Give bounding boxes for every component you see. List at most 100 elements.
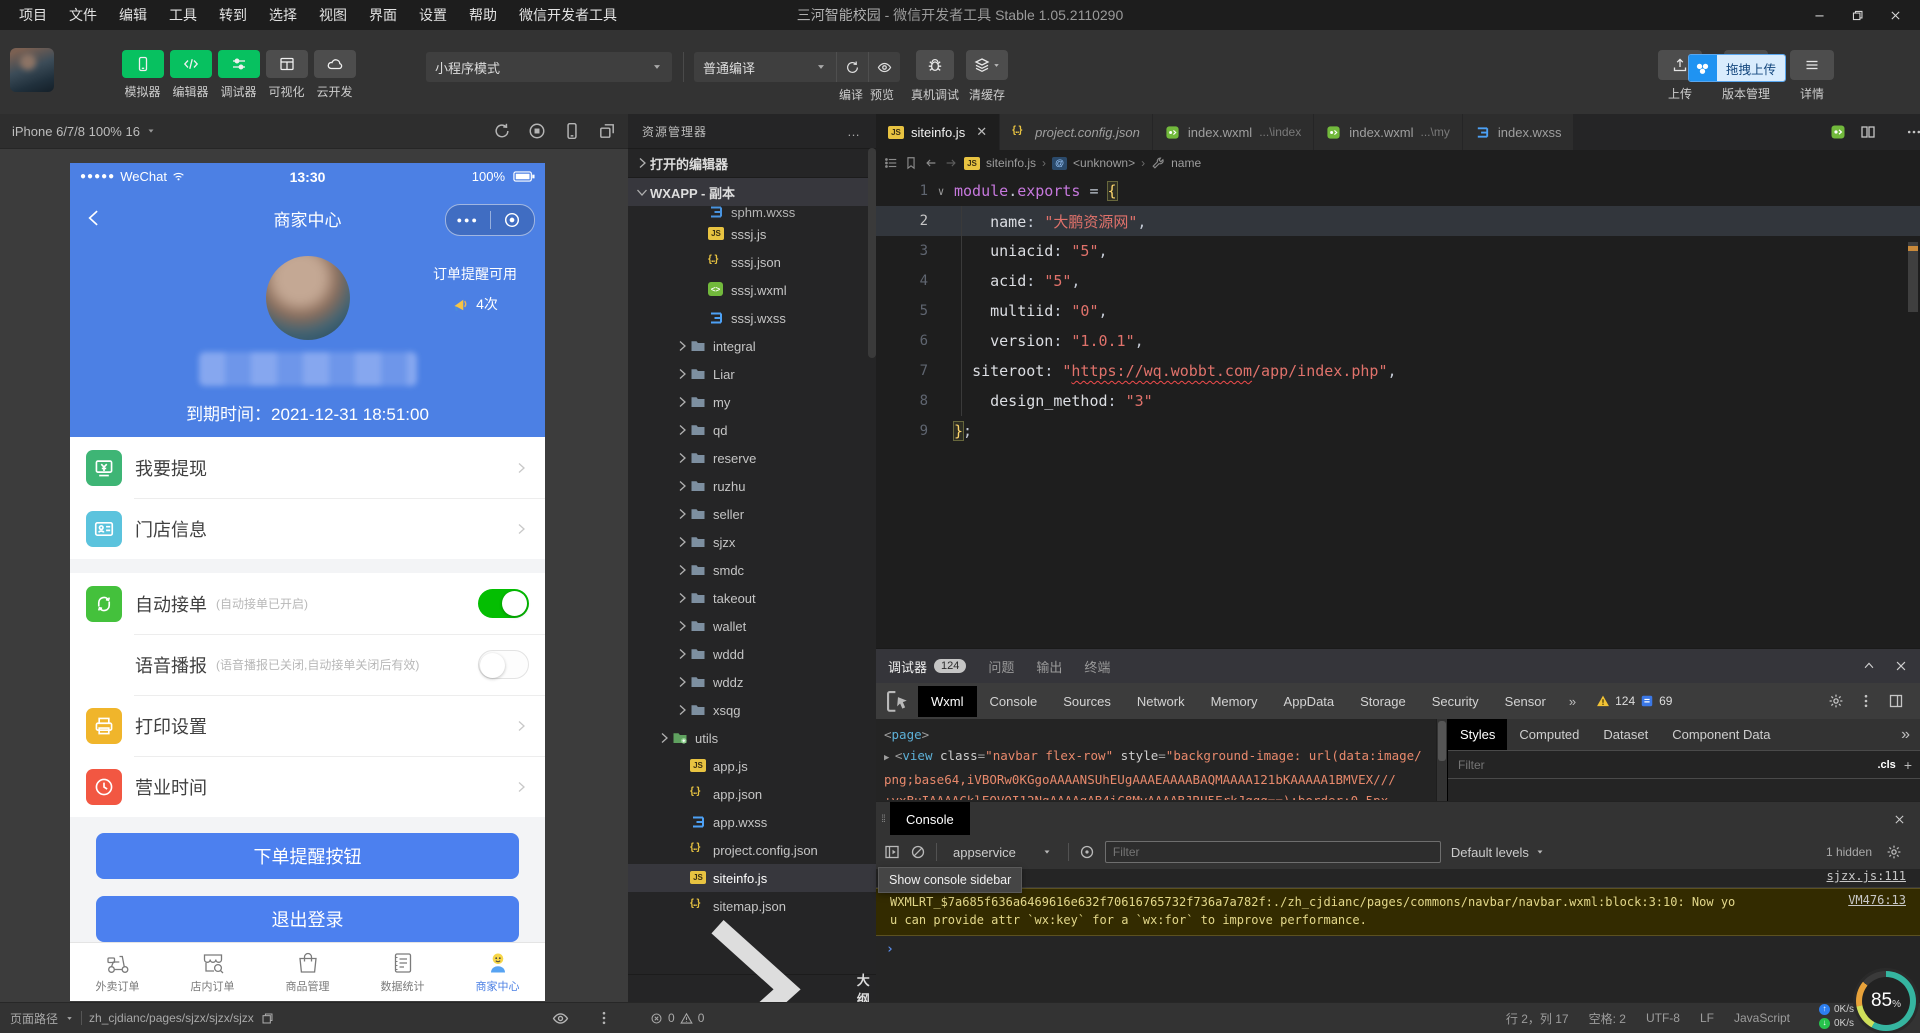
devtools-tab-Network[interactable]: Network — [1124, 686, 1198, 717]
more-tabs-button[interactable]: » — [1561, 694, 1584, 709]
editor-tab-index.wxss[interactable]: index.wxss — [1463, 114, 1575, 150]
tab-商家中心[interactable]: 商家中心 — [450, 943, 545, 1001]
menu-item[interactable]: 帮助 — [460, 2, 506, 28]
cursor-position[interactable]: 行 2，列 17 — [1506, 1010, 1569, 1027]
mode-button-调试器[interactable]: 调试器 — [216, 50, 261, 100]
devtools-tab-Sources[interactable]: Sources — [1050, 686, 1124, 717]
stop-icon[interactable] — [528, 122, 546, 140]
toggle-on[interactable] — [478, 589, 529, 618]
devtools-tab-Memory[interactable]: Memory — [1198, 686, 1271, 717]
menu-row-自动接单[interactable]: 自动接单(自动接单已开启) — [70, 573, 545, 634]
folder-utils[interactable]: utils — [628, 724, 876, 752]
wxml-node[interactable]: <page> — [884, 724, 1436, 745]
nav-forward-icon[interactable] — [944, 156, 958, 170]
folder-qd[interactable]: qd — [628, 416, 876, 444]
more-button[interactable]: ●●● — [446, 215, 490, 225]
styles-tab-Styles[interactable]: Styles — [1448, 719, 1507, 750]
styles-tab-Dataset[interactable]: Dataset — [1591, 719, 1660, 750]
add-style-button[interactable]: + — [1904, 757, 1912, 773]
cls-toggle[interactable]: .cls — [1877, 759, 1895, 771]
compile-button[interactable] — [836, 52, 868, 82]
devtools-tab-AppData[interactable]: AppData — [1271, 686, 1348, 717]
refresh-icon[interactable] — [493, 122, 511, 140]
drag-handle-icon[interactable]: ⁞⁞ — [876, 802, 890, 836]
detach-window-icon[interactable] — [598, 122, 616, 140]
more-styles-tabs[interactable]: » — [1891, 726, 1920, 744]
breadcrumb-item[interactable]: name — [1171, 156, 1201, 170]
close-debugger-icon[interactable] — [1894, 659, 1908, 673]
wxml-scrollbar[interactable] — [1436, 719, 1447, 801]
explorer-scrollbar[interactable] — [868, 148, 876, 358]
menu-item[interactable]: 视图 — [310, 2, 356, 28]
devtools-tab-Sensor[interactable]: Sensor — [1492, 686, 1559, 717]
file-app.js[interactable]: JSapp.js — [628, 752, 876, 780]
breadcrumb-item[interactable]: siteinfo.js — [986, 156, 1036, 170]
console-log[interactable]: sjzx.js:111 VM476:13 WXMLRT_$7a685f636a6… — [876, 869, 1920, 1003]
devtools-tab-Security[interactable]: Security — [1419, 686, 1492, 717]
file-sssj.wxss[interactable]: sssj.wxss — [628, 304, 876, 332]
editor-scrollbar[interactable] — [1908, 242, 1918, 312]
issue-counts[interactable]: 124 69 — [1596, 694, 1672, 708]
remote-debug-button[interactable] — [916, 50, 954, 80]
record-icon[interactable] — [503, 211, 521, 229]
outline-section[interactable]: 大纲 — [628, 974, 876, 1003]
folder-integral[interactable]: integral — [628, 332, 876, 360]
dock-side-icon[interactable] — [1888, 693, 1904, 709]
collapse-icon[interactable] — [1862, 659, 1876, 673]
menu-row-我要提现[interactable]: 我要提现 — [70, 437, 545, 498]
language-mode[interactable]: JavaScript — [1734, 1011, 1790, 1025]
folder-wallet[interactable]: wallet — [628, 612, 876, 640]
explorer-more-button[interactable]: … — [847, 124, 862, 139]
explorer-section[interactable]: 打开的编辑器 — [628, 148, 876, 177]
breadcrumb-item[interactable]: <unknown> — [1073, 156, 1135, 170]
menu-item[interactable]: 微信开发者工具 — [510, 2, 626, 28]
menu-item[interactable]: 界面 — [360, 2, 406, 28]
debugger-tab-输出[interactable]: 输出 — [1036, 657, 1062, 676]
explorer-section[interactable]: WXAPP - 副本 — [628, 177, 876, 206]
kebab-menu-icon[interactable] — [596, 1010, 612, 1026]
folder-sjzx[interactable]: sjzx — [628, 528, 876, 556]
menu-item[interactable]: 选择 — [260, 2, 306, 28]
tab-商品管理[interactable]: 商品管理 — [260, 943, 355, 1001]
device-select[interactable]: iPhone 6/7/8 100% 16 — [12, 124, 140, 139]
restore-button[interactable] — [1838, 0, 1876, 30]
tab-店内订单[interactable]: 店内订单 — [165, 943, 260, 1001]
folder-Liar[interactable]: Liar — [628, 360, 876, 388]
more-actions-icon[interactable] — [1890, 124, 1906, 140]
styles-filter-input[interactable] — [1456, 757, 1869, 773]
button-退出登录[interactable]: 退出登录 — [96, 896, 519, 942]
clear-cache-button[interactable] — [966, 50, 1008, 80]
code-editor[interactable]: 1∨module.exports = {2 name: "大鹏资源网",3 un… — [876, 176, 1920, 648]
file-app.json[interactable]: {..}app.json — [628, 780, 876, 808]
debugger-tab-终端[interactable]: 终端 — [1084, 657, 1110, 676]
styles-tab-Computed[interactable]: Computed — [1507, 719, 1591, 750]
wxml-node[interactable]: png;base64,iVBORw0KGgoAAAANSUhEUgAAAEAAA… — [884, 769, 1436, 790]
close-tab-icon[interactable]: ✕ — [976, 124, 987, 140]
encoding[interactable]: UTF-8 — [1646, 1011, 1680, 1025]
devtools-tab-Storage[interactable]: Storage — [1347, 686, 1419, 717]
folder-wddd[interactable]: wddd — [628, 640, 876, 668]
menu-item[interactable]: 编辑 — [110, 2, 156, 28]
console-sidebar-icon[interactable] — [884, 844, 900, 860]
folder-smdc[interactable]: smdc — [628, 556, 876, 584]
editor-tab-siteinfo.js[interactable]: JSsiteinfo.js✕ — [876, 114, 1000, 150]
debugger-tab-调试器[interactable]: 调试器124 — [888, 657, 966, 676]
menu-item[interactable]: 文件 — [60, 2, 106, 28]
详情-button[interactable]: 详情 — [1790, 50, 1834, 102]
memory-gauge[interactable]: 85% — [1856, 971, 1916, 1031]
problems-summary[interactable]: 0 0 — [650, 1003, 704, 1033]
close-button[interactable] — [1876, 0, 1914, 30]
tab-数据统计[interactable]: 数据统计 — [355, 943, 450, 1001]
folder-reserve[interactable]: reserve — [628, 444, 876, 472]
folder-ruzhu[interactable]: ruzhu — [628, 472, 876, 500]
debugger-tab-问题[interactable]: 问题 — [988, 657, 1014, 676]
file-sphm.wxss[interactable]: sphm.wxss — [628, 206, 876, 220]
menu-item[interactable]: 项目 — [10, 2, 56, 28]
page-path-select[interactable]: 页面路径 — [10, 1010, 58, 1027]
compile-select[interactable]: 普通编译 — [694, 52, 836, 82]
wxml-node[interactable]: ▶ <view class="navbar flex-row" style="b… — [884, 745, 1436, 769]
folder-takeout[interactable]: takeout — [628, 584, 876, 612]
file-project.config.json[interactable]: {..}project.config.json — [628, 836, 876, 864]
kebab-menu-icon[interactable] — [1858, 693, 1874, 709]
console-settings-icon[interactable] — [1886, 844, 1902, 860]
